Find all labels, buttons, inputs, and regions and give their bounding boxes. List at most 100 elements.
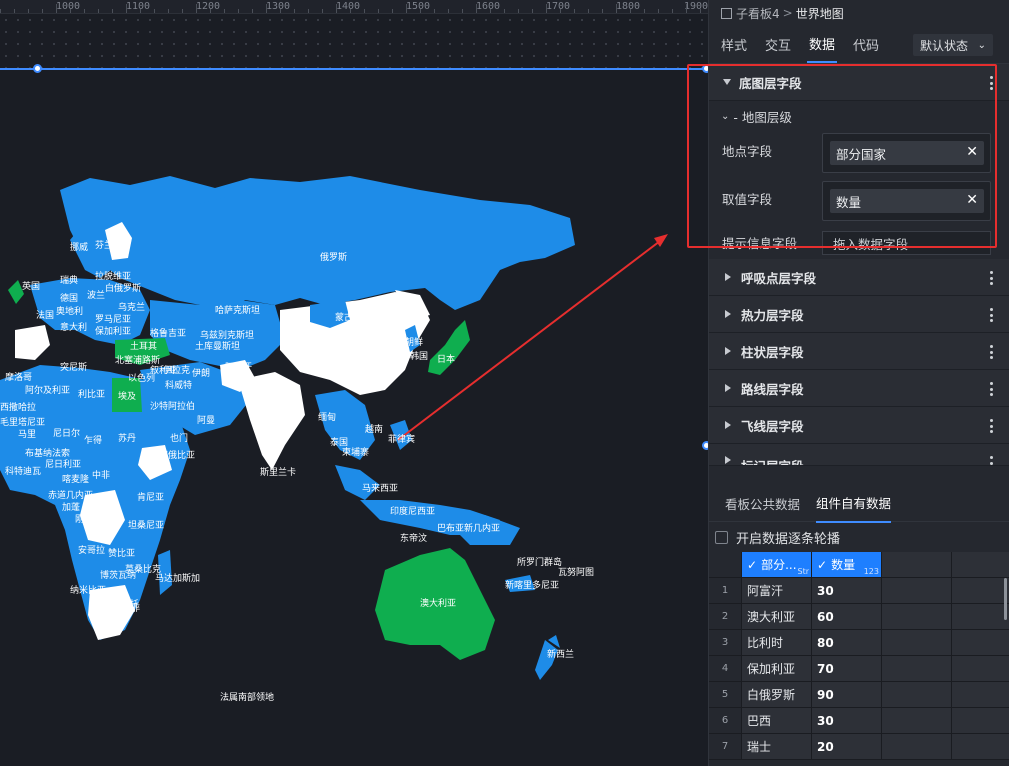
map-level-group[interactable]: ⌄ - 地图层级 <box>709 101 1009 131</box>
field-chip[interactable]: 部分国家 ✕ <box>830 141 984 165</box>
section-marker-layer[interactable]: 标记层字段 <box>709 444 1009 466</box>
cell-empty[interactable] <box>951 604 1009 629</box>
ruler-tick <box>210 9 211 13</box>
close-icon[interactable]: ✕ <box>966 192 978 208</box>
column-header-country[interactable]: ✓ 部分... Str <box>741 552 811 577</box>
table-row[interactable]: 3 比利时 80 <box>709 630 1009 656</box>
map-label: 罗马尼亚 <box>95 314 131 325</box>
cell-value[interactable]: 60 <box>811 604 881 629</box>
country-shape[interactable] <box>428 320 470 375</box>
cell-empty[interactable] <box>881 682 951 707</box>
country-shape[interactable] <box>15 325 50 360</box>
table-row[interactable]: 4 保加利亚 70 <box>709 656 1009 682</box>
cell-country[interactable]: 比利时 <box>741 630 811 655</box>
cell-empty[interactable] <box>951 630 1009 655</box>
ruler-tick <box>336 4 337 13</box>
value-field-dropzone[interactable]: 数量 ✕ <box>822 181 991 221</box>
map-label: 突尼斯 <box>60 361 87 373</box>
cell-country[interactable]: 巴西 <box>741 708 811 733</box>
cell-empty[interactable] <box>881 578 951 603</box>
empty-column-header[interactable] <box>881 552 951 577</box>
cell-value[interactable]: 30 <box>811 708 881 733</box>
tab-code[interactable]: 代码 <box>851 27 881 62</box>
cell-value[interactable]: 70 <box>811 656 881 681</box>
cell-value[interactable]: 20 <box>811 734 881 759</box>
row-index: 7 <box>709 734 741 759</box>
ruler-tick <box>518 9 519 13</box>
cell-empty[interactable] <box>951 734 1009 759</box>
more-icon[interactable] <box>989 345 993 359</box>
cell-country[interactable]: 白俄罗斯 <box>741 682 811 707</box>
table-row[interactable]: 7 瑞士 20 <box>709 734 1009 760</box>
cell-empty[interactable] <box>881 708 951 733</box>
cell-empty[interactable] <box>951 656 1009 681</box>
tab-board-public-data[interactable]: 看板公共数据 <box>725 485 800 522</box>
cell-empty[interactable] <box>881 604 951 629</box>
map-label: 坦桑尼亚 <box>128 520 164 531</box>
carousel-toggle[interactable]: 开启数据逐条轮播 <box>709 522 1009 552</box>
more-icon[interactable] <box>989 76 993 90</box>
ruler-tick <box>462 9 463 13</box>
cell-empty[interactable] <box>881 656 951 681</box>
section-heat-layer[interactable]: 热力层字段 <box>709 296 1009 333</box>
vertical-scrollbar[interactable] <box>1004 578 1007 620</box>
board-icon <box>721 7 732 19</box>
column-header-value[interactable]: ✓ 数量 123 <box>811 552 881 577</box>
more-icon[interactable] <box>989 271 993 285</box>
tooltip-field-dropzone[interactable]: 拖入数据字段 <box>822 231 991 255</box>
section-flyline-layer[interactable]: 飞线层字段 <box>709 407 1009 444</box>
row-index: 4 <box>709 656 741 681</box>
table-row[interactable]: 5 白俄罗斯 90 <box>709 682 1009 708</box>
world-map[interactable]: 俄罗斯 芬兰 瑞典 挪威 拉脱维亚 白俄罗斯 英国 德国 波兰 乌克兰 法国 奥… <box>0 70 708 766</box>
cell-empty[interactable] <box>881 630 951 655</box>
map-label: 东帝汶 <box>400 532 427 544</box>
ruler-label: 1000 <box>56 1 81 12</box>
cell-country[interactable]: 保加利亚 <box>741 656 811 681</box>
empty-column-header[interactable] <box>951 552 1009 577</box>
more-icon[interactable] <box>989 308 993 322</box>
country-shape[interactable] <box>238 372 305 470</box>
section-breathing-point-layer[interactable]: 呼吸点层字段 <box>709 259 1009 296</box>
table-row[interactable]: 2 澳大利亚 60 <box>709 604 1009 630</box>
cell-empty[interactable] <box>951 708 1009 733</box>
cell-country[interactable]: 阿富汗 <box>741 578 811 603</box>
field-chip[interactable]: 数量 ✕ <box>830 189 984 213</box>
ruler-label: 1900 <box>684 1 708 12</box>
tab-style[interactable]: 样式 <box>719 27 749 62</box>
cell-value[interactable]: 30 <box>811 578 881 603</box>
more-icon[interactable] <box>989 382 993 396</box>
table-row[interactable]: 6 巴西 30 <box>709 708 1009 734</box>
cell-empty[interactable] <box>881 734 951 759</box>
map-label: 土耳其 <box>130 340 157 352</box>
tab-component-own-data[interactable]: 组件自有数据 <box>816 484 892 523</box>
cell-country[interactable]: 瑞士 <box>741 734 811 759</box>
map-label: 中非 <box>92 469 110 481</box>
close-icon[interactable]: ✕ <box>966 144 978 160</box>
tab-interaction[interactable]: 交互 <box>763 27 793 62</box>
table-row[interactable]: 1 阿富汗 30 <box>709 578 1009 604</box>
more-icon[interactable] <box>989 419 993 433</box>
breadcrumb-parent[interactable]: 子看板4 <box>736 5 780 22</box>
canvas-area[interactable]: 1000 1100 1200 1300 1400 1500 1600 1700 … <box>0 0 708 766</box>
section-bar-layer[interactable]: 柱状层字段 <box>709 333 1009 370</box>
cell-country[interactable]: 澳大利亚 <box>741 604 811 629</box>
row-index: 3 <box>709 630 741 655</box>
location-field-dropzone[interactable]: 部分国家 ✕ <box>822 133 991 173</box>
cell-value[interactable]: 80 <box>811 630 881 655</box>
data-grid[interactable]: ✓ 部分... Str ✓ 数量 123 1 阿富汗 30 2 澳大利亚 60 <box>709 552 1009 760</box>
more-icon[interactable] <box>989 456 993 465</box>
section-route-layer[interactable]: 路线层字段 <box>709 370 1009 407</box>
map-label: 奥地利 <box>56 305 83 317</box>
cell-empty[interactable] <box>951 578 1009 603</box>
ruler-label: 1400 <box>336 1 361 12</box>
tab-data[interactable]: 数据 <box>807 26 838 63</box>
section-base-layer[interactable]: 底图层字段 <box>709 64 1009 101</box>
check-icon: ✓ <box>747 557 758 572</box>
state-select[interactable]: 默认状态 ⌄ <box>913 34 993 56</box>
country-shape[interactable] <box>535 640 558 680</box>
country-shape[interactable] <box>335 465 380 500</box>
carousel-checkbox[interactable] <box>715 530 728 544</box>
map-label: 布基纳法索 <box>25 447 70 459</box>
cell-value[interactable]: 90 <box>811 682 881 707</box>
cell-empty[interactable] <box>951 682 1009 707</box>
